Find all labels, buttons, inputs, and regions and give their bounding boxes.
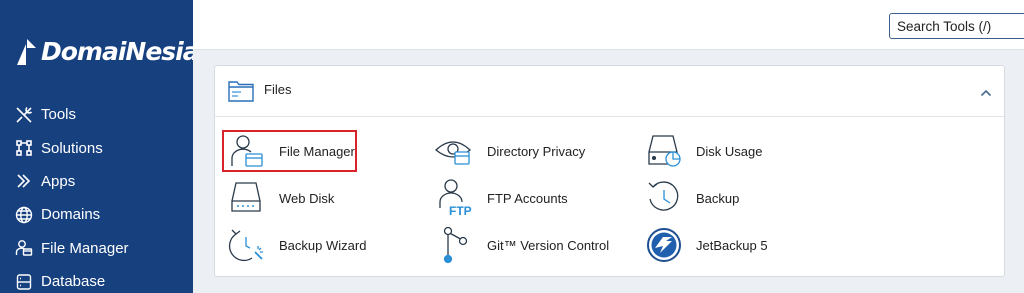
sidebar-item-label: File Manager xyxy=(41,239,129,257)
tool-web-disk[interactable]: Web Disk xyxy=(225,178,334,218)
backup-icon xyxy=(642,178,686,218)
sidebar-item-label: Solutions xyxy=(41,139,103,157)
tool-label: Disk Usage xyxy=(696,143,763,159)
sidebar-item-apps[interactable]: Apps xyxy=(14,165,129,198)
top-bar xyxy=(193,0,1024,50)
sidebar-item-tools[interactable]: Tools xyxy=(14,98,129,131)
logo-mark-icon xyxy=(17,39,36,65)
sidebar-item-file-manager[interactable]: File Manager xyxy=(14,232,129,265)
sidebar-item-solutions[interactable]: Solutions xyxy=(14,131,129,164)
chevron-up-icon[interactable] xyxy=(980,84,992,102)
tool-label: Directory Privacy xyxy=(487,143,586,159)
tool-git-version-control[interactable]: Git™ Version Control xyxy=(433,225,609,265)
tool-label: FTP Accounts xyxy=(487,190,568,206)
sidebar-nav: Tools Solutions Apps Domains File Manage… xyxy=(14,98,129,293)
sidebar-item-label: Apps xyxy=(41,172,76,190)
files-panel: Files File Manager Directory Privacy Dis… xyxy=(214,65,1005,277)
ftp-accounts-icon: FTP xyxy=(433,178,477,218)
svg-text:FTP: FTP xyxy=(449,204,472,218)
sidebar-item-label: Domains xyxy=(41,206,101,224)
files-panel-header[interactable]: Files xyxy=(215,66,1004,117)
database-icon xyxy=(14,272,34,292)
domainesia-logo[interactable]: DomaiNesia xyxy=(14,34,200,68)
directory-privacy-icon xyxy=(433,131,477,171)
tool-label: Backup xyxy=(696,190,740,206)
tool-directory-privacy[interactable]: Directory Privacy xyxy=(433,131,585,171)
panel-title: Files xyxy=(264,82,292,97)
tool-label: Web Disk xyxy=(279,190,335,206)
tool-backup-wizard[interactable]: Backup Wizard xyxy=(225,225,366,265)
sidebar-item-database[interactable]: Database xyxy=(14,265,129,293)
solutions-icon xyxy=(14,138,34,158)
sidebar-item-label: Database xyxy=(41,273,106,291)
git-icon xyxy=(433,225,477,265)
tool-jetbackup[interactable]: JetBackup 5 xyxy=(642,225,768,265)
tool-disk-usage[interactable]: Disk Usage xyxy=(642,131,762,171)
web-disk-icon xyxy=(225,178,269,218)
sidebar: DomaiNesia Tools Solutions Apps Domains xyxy=(0,0,200,293)
logo-text: DomaiNesia xyxy=(41,36,200,66)
tool-file-manager[interactable]: File Manager xyxy=(225,131,355,171)
tool-ftp-accounts[interactable]: FTP FTP Accounts xyxy=(433,178,568,218)
tool-backup[interactable]: Backup xyxy=(642,178,739,218)
sidebar-item-domains[interactable]: Domains xyxy=(14,198,129,231)
tool-label: JetBackup 5 xyxy=(696,237,768,253)
disk-usage-icon xyxy=(642,131,686,171)
search-tools-input[interactable] xyxy=(889,13,1024,39)
tool-label: File Manager xyxy=(279,143,355,159)
apps-icon xyxy=(14,171,34,191)
folder-icon xyxy=(228,79,254,108)
main-content: Files File Manager xyxy=(193,0,1024,293)
tool-label: Git™ Version Control xyxy=(487,237,610,253)
file-manager-icon xyxy=(225,131,269,171)
sidebar-item-label: Tools xyxy=(41,106,77,124)
globe-icon xyxy=(14,205,34,225)
backup-wizard-icon xyxy=(225,225,269,265)
tool-label: Backup Wizard xyxy=(279,237,367,253)
jetbackup-icon xyxy=(642,225,686,265)
tools-icon xyxy=(14,105,34,125)
file-manager-icon xyxy=(14,238,34,258)
